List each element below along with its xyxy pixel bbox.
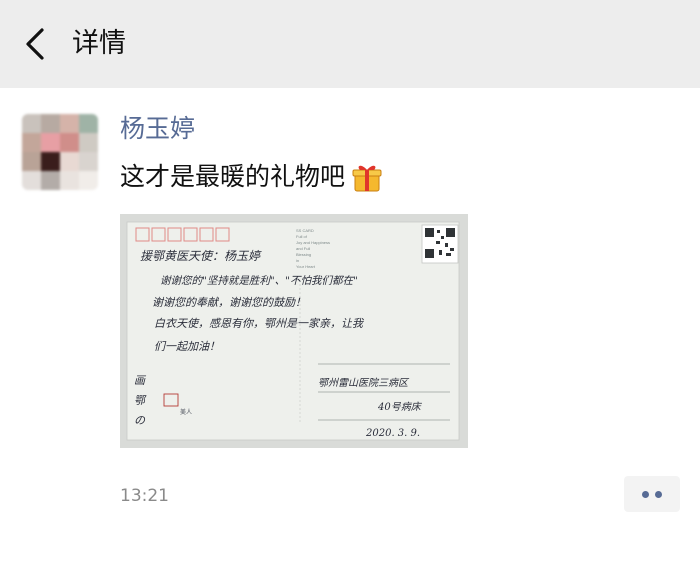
- author-name[interactable]: 杨玉婷: [120, 112, 195, 146]
- svg-text:鄂州雷山医院三病区: 鄂州雷山医院三病区: [318, 377, 410, 389]
- gift-icon: [352, 165, 382, 192]
- svg-text:SS CARD: SS CARD: [296, 228, 314, 233]
- svg-text:美人: 美人: [180, 408, 192, 416]
- svg-text:Joy and Happiness: Joy and Happiness: [296, 240, 330, 245]
- post-text: 这才是最暖的礼物吧: [120, 162, 346, 191]
- svg-text:谢谢您的奉献，谢谢您的鼓励！: 谢谢您的奉献，谢谢您的鼓励！: [152, 296, 306, 309]
- qr-code-icon: [421, 224, 459, 264]
- svg-text:40号病床: 40号病床: [377, 401, 423, 413]
- chevron-left-icon[interactable]: [22, 26, 50, 62]
- page-title: 详情: [72, 28, 126, 59]
- more-dots-icon[interactable]: [624, 476, 680, 512]
- navigation-bar: 详情: [0, 0, 700, 88]
- post-timestamp: 13:21: [120, 486, 169, 506]
- svg-text:援鄂黄医天使：杨玉婷: 援鄂黄医天使：杨玉婷: [140, 249, 262, 263]
- postcard-photo[interactable]: SS CARD Full of Joy and Happiness and Fu…: [120, 214, 468, 448]
- svg-text:in: in: [296, 258, 299, 263]
- svg-text:谢谢您的"坚持就是胜利"、"不怕我们都在": 谢谢您的"坚持就是胜利"、"不怕我们都在": [160, 275, 358, 287]
- postcard-image: SS CARD Full of Joy and Happiness and Fu…: [120, 214, 468, 448]
- post-text-row: 这才是最暖的礼物吧: [120, 158, 383, 196]
- svg-text:白衣天使，感恩有你，鄂州是一家亲，让我: 白衣天使，感恩有你，鄂州是一家亲，让我: [154, 317, 364, 330]
- svg-text:の: の: [134, 414, 146, 427]
- moment-detail: 杨玉婷 这才是最暖的礼物吧 SS CARD Full of Joy and Ha…: [0, 88, 700, 562]
- svg-text:们一起加油！: 们一起加油！: [154, 340, 220, 353]
- svg-text:2020. 3. 9.: 2020. 3. 9.: [365, 428, 420, 439]
- svg-text:Blessing: Blessing: [296, 252, 311, 257]
- svg-text:and Full: and Full: [296, 246, 310, 251]
- svg-text:Full of: Full of: [296, 234, 308, 239]
- avatar[interactable]: [22, 114, 98, 190]
- svg-text:Your Heart: Your Heart: [296, 264, 316, 269]
